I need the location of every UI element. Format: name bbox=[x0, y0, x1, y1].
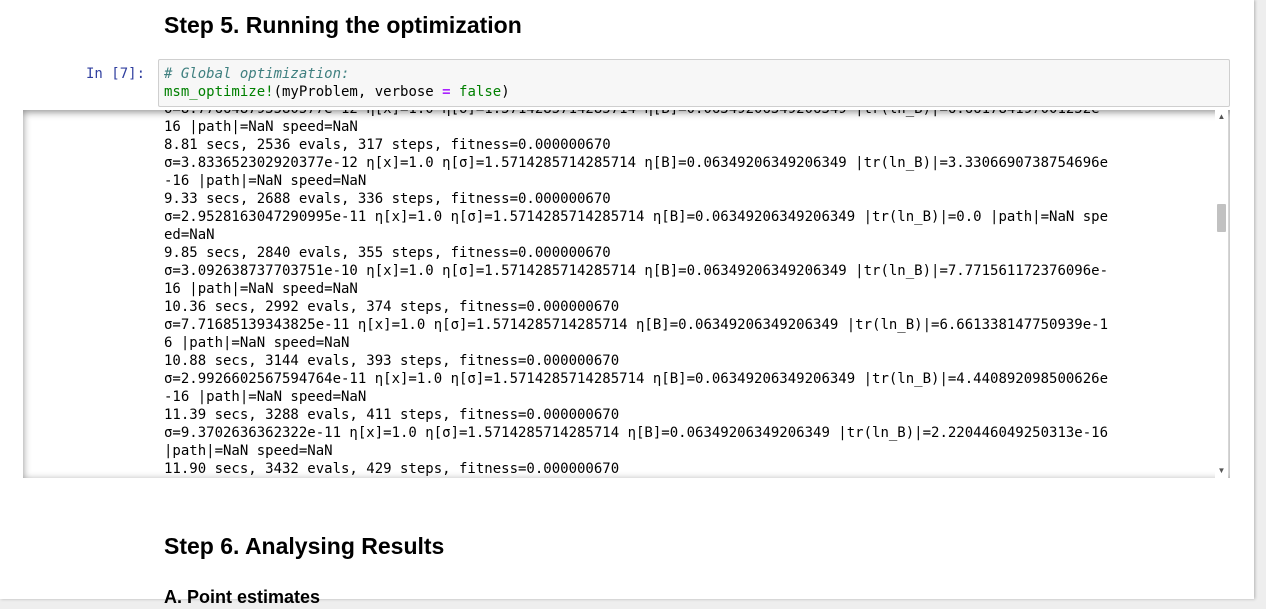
output-line: 9.33 secs, 2688 evals, 336 steps, fitnes… bbox=[164, 191, 611, 207]
output-line: -16 |path|=NaN speed=NaN bbox=[164, 389, 367, 405]
input-prompt: In [7]: bbox=[86, 66, 146, 82]
code-operator: = bbox=[442, 84, 451, 100]
output-line: σ=9.3702636362322e-11 η[x]=1.0 η[σ]=1.57… bbox=[164, 425, 1109, 441]
code-args: (myProblem, verbose bbox=[273, 84, 443, 100]
heading-step-5: Step 5. Running the optimization bbox=[164, 12, 522, 38]
code-close: ) bbox=[501, 84, 510, 100]
output-line: σ=3.833652302920377e-12 η[x]=1.0 η[σ]=1.… bbox=[164, 155, 1109, 171]
code-function: msm_optimize! bbox=[164, 84, 274, 100]
code-cell-editor[interactable]: # Global optimization: msm_optimize!(myP… bbox=[158, 59, 1230, 107]
output-line: 9.85 secs, 2840 evals, 355 steps, fitnes… bbox=[164, 245, 611, 261]
output-area-scrolled[interactable]: σ=8.776648793580577e-12 η[x]=1.0 η[σ]=1.… bbox=[23, 110, 1230, 478]
output-line: 8.81 secs, 2536 evals, 317 steps, fitnes… bbox=[164, 137, 611, 153]
output-line: σ=2.9528163047290995e-11 η[x]=1.0 η[σ]=1… bbox=[164, 209, 1109, 225]
heading-step-6: Step 6. Analysing Results bbox=[164, 533, 445, 560]
output-text: σ=8.776648793580577e-12 η[x]=1.0 η[σ]=1.… bbox=[164, 110, 1209, 478]
output-line: 11.90 secs, 3432 evals, 429 steps, fitne… bbox=[164, 461, 620, 477]
notebook-page: Step 5. Running the optimization In [7]:… bbox=[0, 0, 1254, 607]
output-line: 16 |path|=NaN speed=NaN bbox=[164, 281, 358, 297]
output-line: σ=3.092638737703751e-10 η[x]=1.0 η[σ]=1.… bbox=[164, 263, 1109, 279]
output-scrollbar[interactable]: ▲ ▼ bbox=[1215, 110, 1228, 478]
scroll-down-icon[interactable]: ▼ bbox=[1215, 464, 1228, 478]
code-text[interactable]: # Global optimization: msm_optimize!(myP… bbox=[159, 60, 1229, 101]
output-line: σ=7.71685139343825e-11 η[x]=1.0 η[σ]=1.5… bbox=[164, 317, 1109, 333]
output-line: 6 |path|=NaN speed=NaN bbox=[164, 335, 350, 351]
scroll-up-icon[interactable]: ▲ bbox=[1215, 110, 1228, 124]
output-line: 16 |path|=NaN speed=NaN bbox=[164, 119, 358, 135]
output-line: 10.36 secs, 2992 evals, 374 steps, fitne… bbox=[164, 299, 620, 315]
scroll-thumb[interactable] bbox=[1217, 204, 1226, 232]
code-comment: # Global optimization: bbox=[164, 66, 350, 82]
code-keyword: false bbox=[459, 84, 502, 100]
output-line: σ=2.9926602567594764e-11 η[x]=1.0 η[σ]=1… bbox=[164, 371, 1109, 387]
output-line: 10.88 secs, 3144 evals, 393 steps, fitne… bbox=[164, 353, 620, 369]
output-line: 11.39 secs, 3288 evals, 411 steps, fitne… bbox=[164, 407, 620, 423]
heading-point-estimates: A. Point estimates bbox=[164, 587, 321, 607]
output-line: ed=NaN bbox=[164, 227, 215, 243]
output-line: -16 |path|=NaN speed=NaN bbox=[164, 173, 367, 189]
output-line: σ=8.776648793580577e-12 η[x]=1.0 η[σ]=1.… bbox=[164, 110, 1209, 118]
output-line: |path|=NaN speed=NaN bbox=[164, 443, 333, 459]
